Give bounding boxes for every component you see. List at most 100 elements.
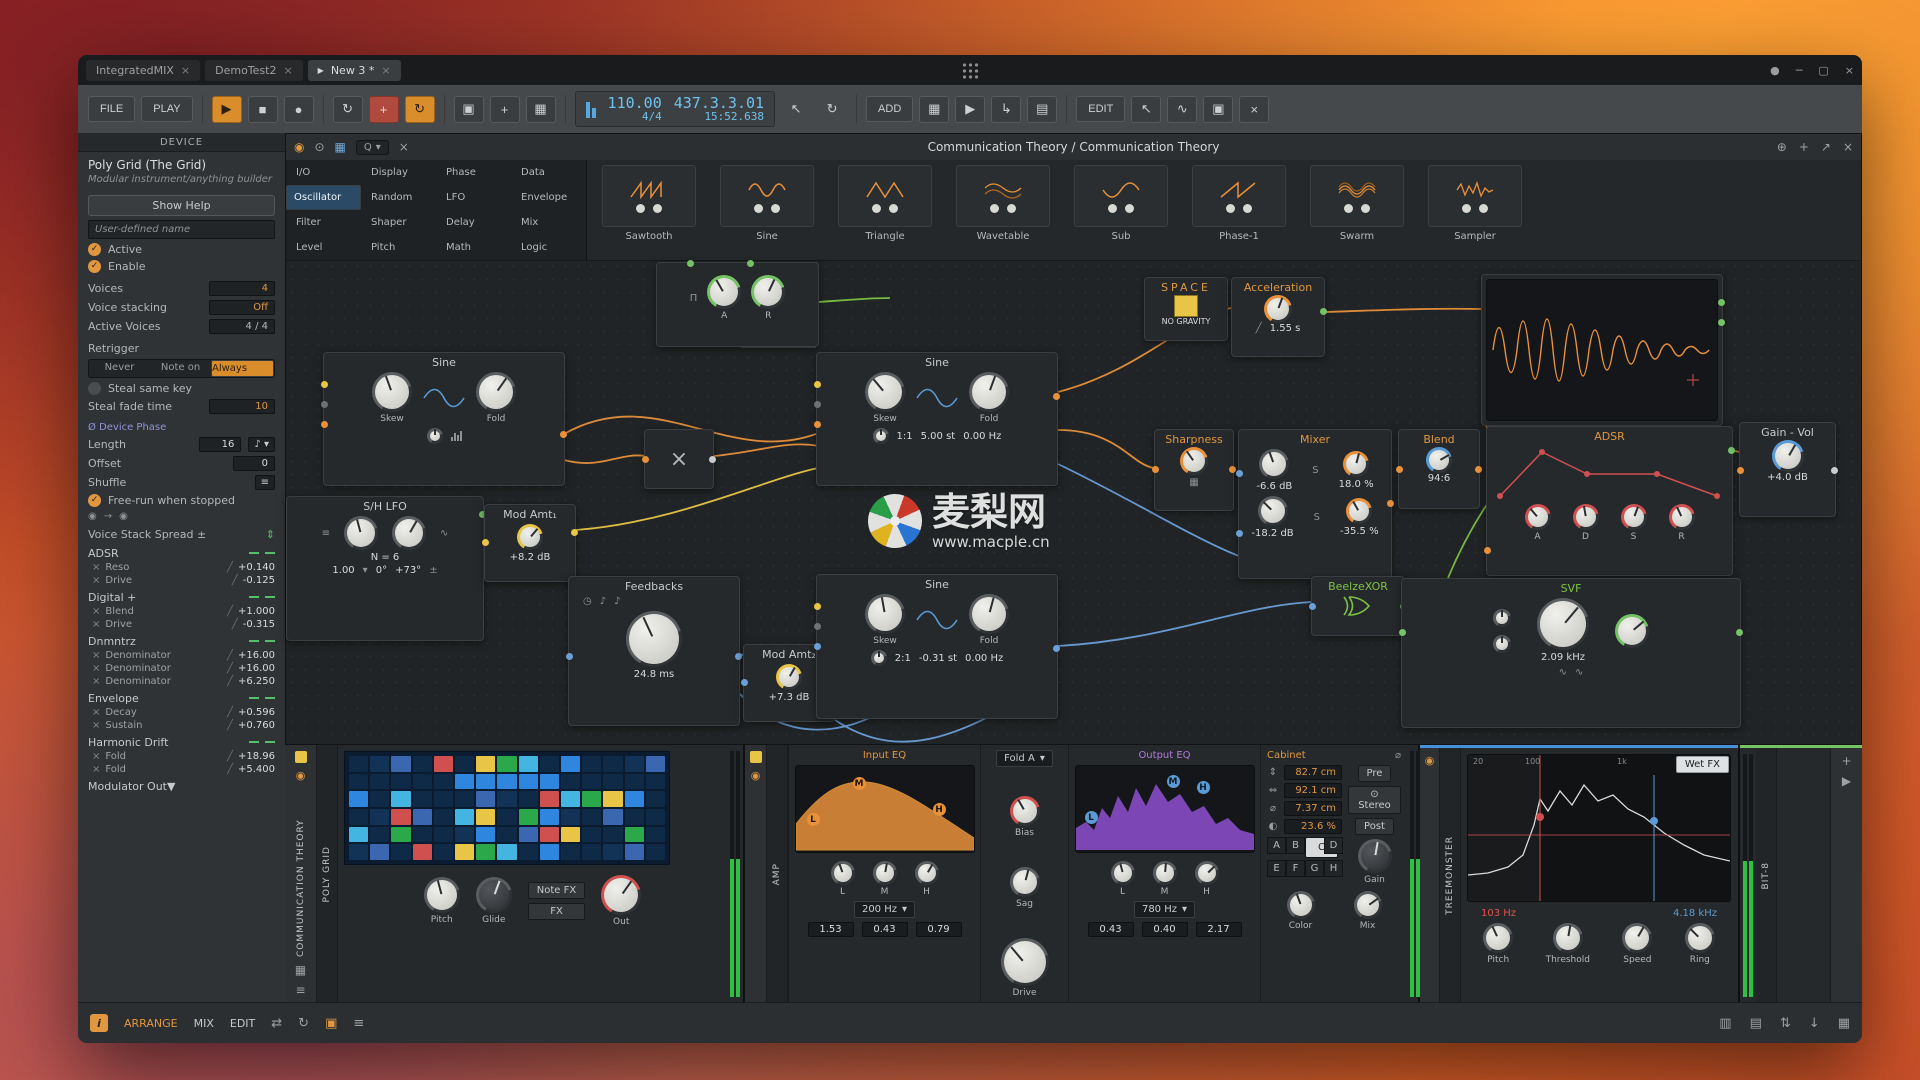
- port[interactable]: [814, 421, 821, 428]
- add-module-icon[interactable]: +: [1799, 140, 1809, 154]
- threshold-knob[interactable]: [1553, 923, 1583, 953]
- resonance-knob[interactable]: [1615, 614, 1649, 648]
- steps-value[interactable]: N = 6: [287, 552, 483, 563]
- category-phase[interactable]: Phase: [436, 160, 511, 185]
- retrigger-option-always[interactable]: Always: [211, 360, 274, 377]
- cabinet-model-a[interactable]: A: [1267, 837, 1286, 854]
- expand-device-icon[interactable]: ≡: [295, 983, 305, 997]
- add-menu-button[interactable]: ADD: [866, 96, 913, 122]
- clock-icon[interactable]: ◷: [583, 596, 592, 607]
- amount-value[interactable]: +8.2 dB: [485, 552, 575, 563]
- cabinet-model-d[interactable]: D: [1324, 837, 1343, 854]
- port[interactable]: [814, 623, 821, 630]
- lowpass-icon[interactable]: ∿: [1559, 667, 1567, 678]
- sag-knob[interactable]: [1010, 867, 1040, 897]
- virtual-keyboard-icon[interactable]: ▦: [1838, 1016, 1850, 1031]
- ring-freq-value[interactable]: 4.18 kHz: [1673, 908, 1717, 919]
- add-instrument-track-icon[interactable]: ▶: [955, 96, 985, 123]
- arranger-follow-icon[interactable]: ↖: [781, 96, 811, 123]
- eq-value[interactable]: 0.79: [916, 922, 962, 937]
- gain-value[interactable]: +4.0 dB: [1740, 472, 1835, 483]
- voice-stacking-value[interactable]: Off: [209, 300, 275, 315]
- active-checkbox[interactable]: ✓: [88, 243, 101, 256]
- category-data[interactable]: Data: [511, 160, 586, 185]
- port[interactable]: [1718, 319, 1725, 326]
- palette-module-triangle[interactable]: Triangle: [837, 165, 933, 255]
- port[interactable]: [814, 643, 821, 650]
- release-knob[interactable]: [1669, 504, 1695, 530]
- port[interactable]: [1053, 645, 1060, 652]
- blend-knob[interactable]: [1426, 447, 1452, 473]
- eq-mid-knob[interactable]: [1153, 861, 1177, 885]
- offset-value[interactable]: 0: [233, 456, 275, 471]
- grid-view-icon[interactable]: ▦: [335, 140, 346, 154]
- device-color-swatch[interactable]: [750, 751, 762, 763]
- eq-value[interactable]: 0.43: [1088, 922, 1134, 937]
- overdub-button[interactable]: ↻: [333, 96, 363, 123]
- category-lfo[interactable]: LFO: [436, 185, 511, 210]
- rate-value[interactable]: 1.00: [332, 565, 354, 576]
- freq-value[interactable]: 0.00 Hz: [963, 431, 1001, 442]
- port[interactable]: [321, 381, 328, 388]
- device-power-icon[interactable]: ◉: [294, 140, 304, 154]
- port[interactable]: [1309, 603, 1316, 610]
- category-math[interactable]: Math: [436, 235, 511, 260]
- grid-module-mod-amt-1[interactable]: Mod Amt₁ +8.2 dB: [484, 504, 576, 582]
- palette-module-phase-1[interactable]: Phase-1: [1191, 165, 1287, 255]
- duplicate-icon[interactable]: ▣: [1203, 96, 1233, 123]
- ratio-value[interactable]: 2:1: [895, 653, 911, 664]
- grid-module-adsr[interactable]: ADSR A D S R: [1486, 426, 1733, 576]
- pan-value[interactable]: -35.5 %: [1340, 526, 1379, 537]
- port[interactable]: [1387, 500, 1394, 507]
- palette-module-sawtooth[interactable]: Sawtooth: [601, 165, 697, 255]
- device-color-swatch[interactable]: [295, 751, 307, 763]
- view-mix-button[interactable]: MIX: [194, 1017, 214, 1030]
- edit-menu-button[interactable]: EDIT: [1076, 96, 1125, 122]
- mix-knob[interactable]: [1354, 891, 1382, 919]
- expand-chain-icon[interactable]: ▶: [1842, 774, 1851, 788]
- speed-knob[interactable]: [1622, 923, 1652, 953]
- project-tab-2[interactable]: DemoTest2 ×: [205, 60, 303, 81]
- glide-knob[interactable]: [476, 877, 512, 913]
- category-random[interactable]: Random: [361, 185, 436, 210]
- output-eq-display[interactable]: [1075, 765, 1255, 853]
- wet-fx-button[interactable]: Wet FX: [1676, 756, 1729, 773]
- project-tab-3-active[interactable]: ▶ New 3 * ×: [308, 60, 401, 81]
- fold-mode-select[interactable]: Fold A ▾: [996, 750, 1053, 767]
- chain-device-amp[interactable]: ◉ AMP Input EQ L M H L: [745, 745, 1418, 1003]
- port[interactable]: [1475, 466, 1482, 473]
- tab-close-icon[interactable]: ×: [181, 64, 190, 77]
- gravity-display[interactable]: [1174, 295, 1198, 317]
- level-1-knob[interactable]: [1259, 449, 1289, 479]
- device-name-strip[interactable]: POLY GRID: [317, 745, 338, 1003]
- bandpass-icon[interactable]: ∿: [1575, 667, 1583, 678]
- port[interactable]: [321, 401, 328, 408]
- port[interactable]: [1484, 547, 1491, 554]
- song-time-display[interactable]: 15:52.638: [704, 111, 764, 123]
- remove-mod-icon[interactable]: ×: [92, 606, 100, 617]
- solo-badge[interactable]: S: [1312, 465, 1318, 476]
- drive-knob[interactable]: [1001, 938, 1049, 986]
- note-icon[interactable]: ♪: [614, 596, 620, 607]
- cue-loop-icon[interactable]: ↻: [817, 96, 847, 123]
- device-name-input[interactable]: User-defined name: [88, 220, 275, 239]
- eq-mid-knob[interactable]: [873, 861, 897, 885]
- fine-knob[interactable]: [871, 650, 887, 666]
- port[interactable]: [1831, 467, 1838, 474]
- eq-freq-select[interactable]: 780 Hz ▾: [1134, 901, 1195, 918]
- time-value[interactable]: 24.8 ms: [569, 669, 739, 680]
- cabinet-model-f[interactable]: F: [1286, 860, 1305, 877]
- grid-module-multiply[interactable]: ×: [644, 429, 714, 489]
- follow-playhead-icon[interactable]: ⇄: [271, 1016, 282, 1031]
- cabinet-model-h[interactable]: H: [1324, 860, 1343, 877]
- port[interactable]: [735, 653, 742, 660]
- phase-invert-icon[interactable]: ⌀: [1395, 750, 1401, 761]
- tab-close-icon[interactable]: ×: [381, 64, 390, 77]
- mod-amount[interactable]: -0.125: [243, 575, 275, 586]
- grid-module-mixer[interactable]: Mixer -6.6 dB S 18.0 % -18.2 dB S -35.5 …: [1238, 429, 1392, 579]
- ring-knob[interactable]: [1685, 923, 1715, 953]
- level-value[interactable]: -18.2 dB: [1251, 528, 1293, 539]
- retrigger-option-noteon[interactable]: Note on: [150, 360, 211, 377]
- port[interactable]: [814, 603, 821, 610]
- fold-knob[interactable]: [969, 372, 1009, 412]
